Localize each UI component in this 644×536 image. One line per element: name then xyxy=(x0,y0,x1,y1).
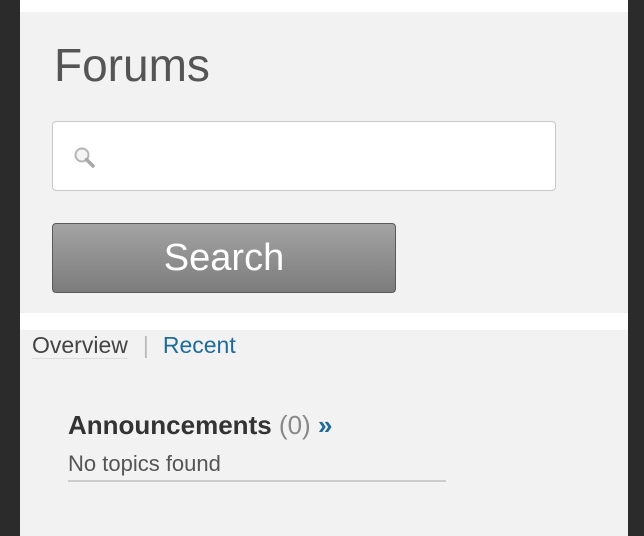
page-title: Forums xyxy=(54,39,210,91)
section-heading: Announcements (0) » xyxy=(68,408,446,442)
section-more-link[interactable]: » xyxy=(318,410,332,440)
search-button[interactable]: Search xyxy=(52,223,396,293)
section-divider xyxy=(20,313,628,330)
empty-topics-message: No topics found xyxy=(68,450,446,482)
search-field[interactable] xyxy=(52,121,556,191)
forum-section-announcements: Announcements (0) » No topics found xyxy=(68,408,446,482)
right-frame xyxy=(628,0,644,536)
search-input[interactable] xyxy=(111,134,545,180)
section-title[interactable]: Announcements xyxy=(68,410,272,440)
tab-overview[interactable]: Overview xyxy=(32,332,128,359)
forum-tabs: Overview | Recent xyxy=(32,330,236,360)
tab-recent[interactable]: Recent xyxy=(163,332,236,358)
top-divider xyxy=(20,0,628,12)
left-frame xyxy=(0,0,20,536)
main-content: Forums Search Overview | Recent Announceme… xyxy=(20,0,628,536)
search-icon xyxy=(74,147,95,168)
section-topic-count: (0) xyxy=(278,410,311,440)
tab-separator: | xyxy=(142,332,149,358)
